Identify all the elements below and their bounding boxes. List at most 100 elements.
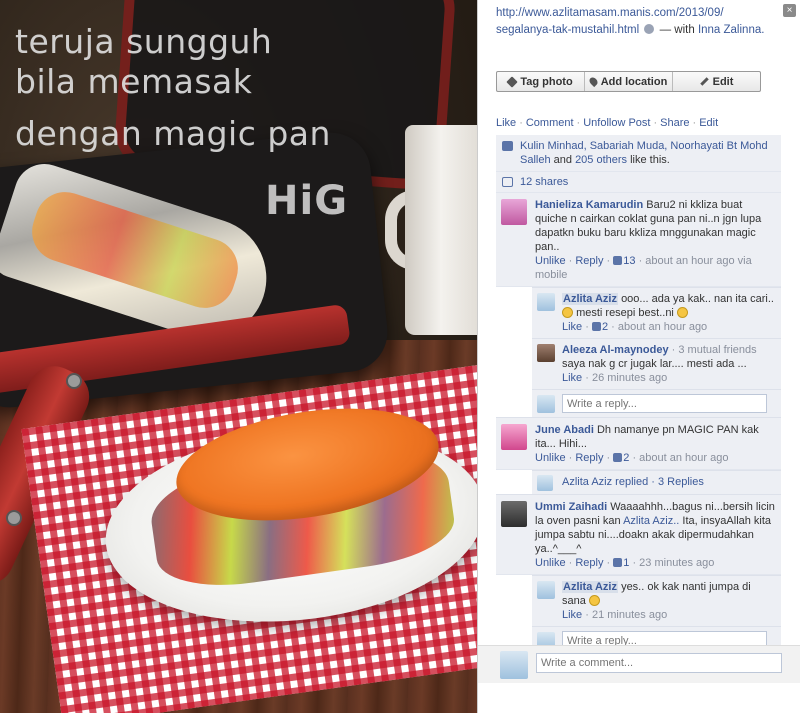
reply-text-cont: mesti resepi best..ni [576,307,674,319]
post-photo[interactable]: teruja sungguh bila memasak dengan magic… [0,0,477,713]
comment-input[interactable] [536,653,782,673]
like-link[interactable]: Like [562,372,582,384]
thumbs-up-icon [502,141,513,151]
smile-emoji-icon [588,595,600,606]
comment-like-count[interactable]: 1 [623,557,629,569]
reply-link[interactable]: Reply [575,452,603,464]
shares-link[interactable]: 12 shares [520,176,568,188]
mug [405,125,477,335]
comment-author[interactable]: Ummi Zaihadi [535,501,607,513]
comment: June Abadi Dh namanye pn MAGIC PAN kak i… [496,417,781,470]
smile-emoji-icon [562,307,573,318]
feedback-section: Kulin Minhad, Sabariah Muda, Noorhayati … [496,135,781,654]
shares-summary: 12 shares [496,172,781,193]
avatar[interactable] [501,199,527,225]
comment-link[interactable]: Comment [526,117,574,129]
reply-timestamp[interactable]: 26 minutes ago [592,372,667,384]
tagged-user-link[interactable]: Inna Zalinna. [698,24,765,36]
thumbs-up-icon [613,256,623,265]
unlike-link[interactable]: Unlike [535,557,566,569]
tag-icon [506,75,518,88]
likes-suffix: like this. [630,154,670,166]
unlike-link[interactable]: Unlike [535,452,566,464]
avatar[interactable] [537,581,555,599]
like-link[interactable]: Like [496,117,516,129]
with-text: — with [659,24,695,36]
thumbs-up-icon [591,322,601,331]
like-link[interactable]: Like [562,609,582,621]
pencil-icon [699,77,709,86]
photo-action-bar: Tag photo Add location Edit [496,71,761,92]
audience-globe-icon[interactable] [644,24,655,34]
comment-like-count[interactable]: 13 [623,255,635,267]
photo-caption: http://www.azlitamasam.manis.com/2013/09… [496,5,766,39]
mutual-friends[interactable]: · 3 mutual friends [672,344,757,356]
unfollow-post-link[interactable]: Unfollow Post [583,117,650,129]
avatar[interactable] [501,501,527,527]
comment-timestamp[interactable]: about an hour ago [639,452,728,464]
mention-link[interactable]: Azlita Aziz.. [623,515,679,527]
edit-link[interactable]: Edit [699,117,718,129]
thumbs-up-icon [613,558,623,567]
reply: Azlita Aziz ooo... ada ya kak.. nan ita … [532,287,781,338]
comment-meta: Unlike · Reply · 13 · about an hour ago … [535,255,752,281]
post-actions: Like · Comment · Unfollow Post · Share · Edit [496,117,719,129]
avatar[interactable] [501,424,527,450]
reply-input[interactable] [562,394,767,413]
comment-timestamp[interactable]: 23 minutes ago [639,557,714,569]
edit-label: Edit [712,75,734,88]
edit-button[interactable]: Edit [673,72,760,91]
likes-summary: Kulin Minhad, Sabariah Muda, Noorhayati … [496,135,781,172]
thumbs-up-icon [613,453,623,462]
reply-timestamp[interactable]: about an hour ago [618,321,707,333]
likes-others-link[interactable]: 205 others [575,154,627,166]
view-replies-link[interactable]: Azlita Aziz replied · 3 Replies [562,476,704,488]
comment-timestamp[interactable]: about an hour ago via mobile [535,255,752,281]
reply-author[interactable]: Azlita Aziz [562,293,618,305]
reply-link[interactable]: Reply [575,557,603,569]
photo-watermark: HiG [265,178,349,224]
add-location-button[interactable]: Add location [585,72,673,91]
reply-author[interactable]: Azlita Aziz [562,581,618,593]
reply-text: saya nak g cr jugak lar.... mesti ada ..… [562,358,747,370]
tag-photo-label: Tag photo [520,75,573,88]
reply: Aleeza Al-maynodey · 3 mutual friends sa… [532,338,781,389]
reply-meta: Like · 26 minutes ago [562,372,668,384]
add-location-label: Add location [600,75,668,88]
share-link[interactable]: Share [660,117,689,129]
smile-emoji-icon [676,307,688,318]
reply-composer [532,389,781,417]
photo-text-line2: bila memasak [15,62,253,101]
reply-like-count[interactable]: 2 [602,321,608,333]
avatar[interactable] [537,344,555,362]
avatar [500,651,528,679]
rivet-icon [66,373,82,389]
reply-timestamp[interactable]: 21 minutes ago [592,609,667,621]
comment-composer [478,645,800,683]
view-replies[interactable]: Azlita Aziz replied · 3 Replies [532,470,781,494]
reply: Azlita Aziz yes.. ok kak nanti jumpa di … [532,575,781,626]
share-icon [502,177,513,187]
reply-text: ooo... ada ya kak.. nan ita cari.. [621,293,774,305]
reply-meta: Like · 2 · about an hour ago [562,321,708,333]
avatar [537,395,555,413]
close-icon[interactable]: × [783,4,796,17]
reply-meta: Like · 21 minutes ago [562,609,668,621]
likes-and: and [553,154,572,166]
comment-like-count[interactable]: 2 [623,452,629,464]
comment: Hanieliza Kamarudin Baru2 ni kkliza buat… [496,193,781,287]
tag-photo-button[interactable]: Tag photo [497,72,585,91]
caption-url-1: http://www.azlitamasam.manis.com/2013/09… [496,7,724,19]
comment-meta: Unlike · Reply · 2 · about an hour ago [535,452,729,464]
avatar [537,475,553,491]
photo-text-line1: teruja sungguh [15,22,273,61]
like-link[interactable]: Like [562,321,582,333]
comment-author[interactable]: Hanieliza Kamarudin [535,199,643,211]
comment: Ummi Zaihadi Waaaahhh...bagus ni...bersi… [496,494,781,575]
reply-link[interactable]: Reply [575,255,603,267]
reply-author[interactable]: Aleeza Al-maynodey [562,344,669,356]
avatar[interactable] [537,293,555,311]
comment-author[interactable]: June Abadi [535,424,594,436]
comment-meta: Unlike · Reply · 1 · 23 minutes ago [535,557,715,569]
unlike-link[interactable]: Unlike [535,255,566,267]
